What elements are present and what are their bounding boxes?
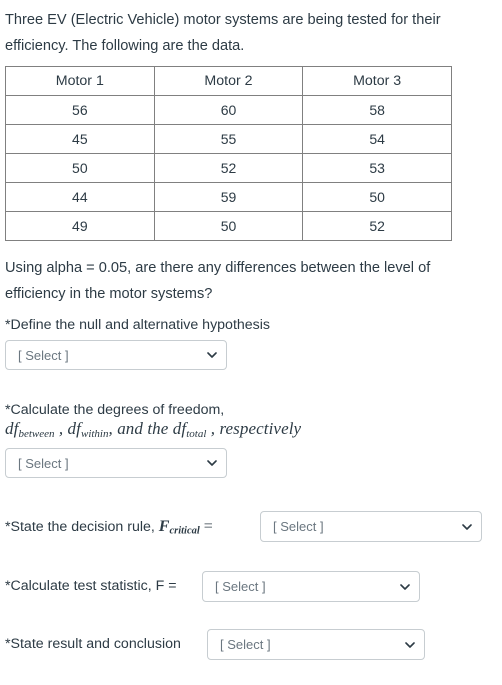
test-statistic-select[interactable]: [ Select ] <box>202 571 420 602</box>
table-cell: 53 <box>302 153 452 183</box>
hypothesis-select-wrapper[interactable]: [ Select ] <box>5 340 227 370</box>
table-row: 50 52 53 <box>5 153 452 183</box>
df-separator-3: , <box>206 419 220 438</box>
prompt-degrees-of-freedom: *Calculate the degrees of freedom, <box>5 402 225 418</box>
column-header-motor-2: Motor 2 <box>153 66 304 96</box>
prompt-decision-rule: *State the decision rule, Fcritical = <box>5 518 213 537</box>
hypothesis-select[interactable]: [ Select ] <box>5 340 227 370</box>
degrees-of-freedom-formula: dfbetween , dfwithin, and the dftotal , … <box>5 419 301 440</box>
f-critical-symbol: Fcritical <box>158 518 200 537</box>
degrees-of-freedom-select[interactable]: [ Select ] <box>5 448 227 478</box>
table-cell: 58 <box>302 95 452 125</box>
table-cell: 52 <box>302 211 452 241</box>
df-separator-1: , <box>54 419 68 438</box>
degrees-of-freedom-select-wrapper[interactable]: [ Select ] <box>5 448 227 478</box>
column-header-motor-3: Motor 3 <box>302 66 452 96</box>
column-header-motor-1: Motor 1 <box>5 66 155 96</box>
prompt-result-conclusion: *State result and conclusion <box>5 636 181 652</box>
df-connector: and the <box>117 419 173 438</box>
f-critical-base: F <box>158 518 170 535</box>
df-between-subscript: between <box>18 427 55 440</box>
table-cell: 50 <box>153 211 304 241</box>
decision-rule-label-text: *State the decision rule, <box>5 519 159 535</box>
prompt-test-statistic: *Calculate test statistic, F = <box>5 578 177 594</box>
df-within-base: df <box>67 419 81 438</box>
table-cell: 55 <box>153 124 304 154</box>
table-cell: 52 <box>153 153 304 183</box>
table-cell: 45 <box>5 124 155 154</box>
equals-sign: = <box>203 518 213 535</box>
df-total-base: df <box>172 419 187 438</box>
table-cell: 49 <box>5 211 155 241</box>
df-within-subscript: within <box>80 427 109 440</box>
table-cell: 60 <box>153 95 304 125</box>
table-cell: 50 <box>302 182 452 212</box>
result-conclusion-select[interactable]: [ Select ] <box>207 629 425 660</box>
table-cell: 50 <box>5 153 155 183</box>
table-row: 44 59 50 <box>5 182 452 212</box>
table-row: 56 60 58 <box>5 95 452 125</box>
df-between-base: df <box>5 419 19 438</box>
motor-efficiency-table: Motor 1 Motor 2 Motor 3 56 60 58 45 55 5… <box>5 66 452 241</box>
question-paragraph: Using alpha = 0.05, are there any differ… <box>5 260 431 302</box>
quiz-question-page: Three EV (Electric Vehicle) motor system… <box>0 0 502 685</box>
table-header-row: Motor 1 Motor 2 Motor 3 <box>5 66 452 96</box>
decision-rule-select-wrapper[interactable]: [ Select ] <box>260 511 482 542</box>
result-conclusion-select-wrapper[interactable]: [ Select ] <box>207 629 425 660</box>
f-critical-subscript: critical <box>169 525 200 537</box>
prompt-define-hypothesis: *Define the null and alternative hypothe… <box>5 317 271 333</box>
df-tail-text: respectively <box>219 419 302 438</box>
table-cell: 44 <box>5 182 155 212</box>
test-statistic-select-wrapper[interactable]: [ Select ] <box>202 571 420 602</box>
table-row: 45 55 54 <box>5 124 452 154</box>
table-cell: 56 <box>5 95 155 125</box>
df-separator-2: , <box>108 419 118 438</box>
decision-rule-select[interactable]: [ Select ] <box>260 511 482 542</box>
table-row: 49 50 52 <box>5 211 452 241</box>
intro-paragraph: Three EV (Electric Vehicle) motor system… <box>5 12 441 54</box>
df-total-subscript: total <box>186 427 207 440</box>
table-cell: 54 <box>302 124 452 154</box>
table-cell: 59 <box>153 182 304 212</box>
